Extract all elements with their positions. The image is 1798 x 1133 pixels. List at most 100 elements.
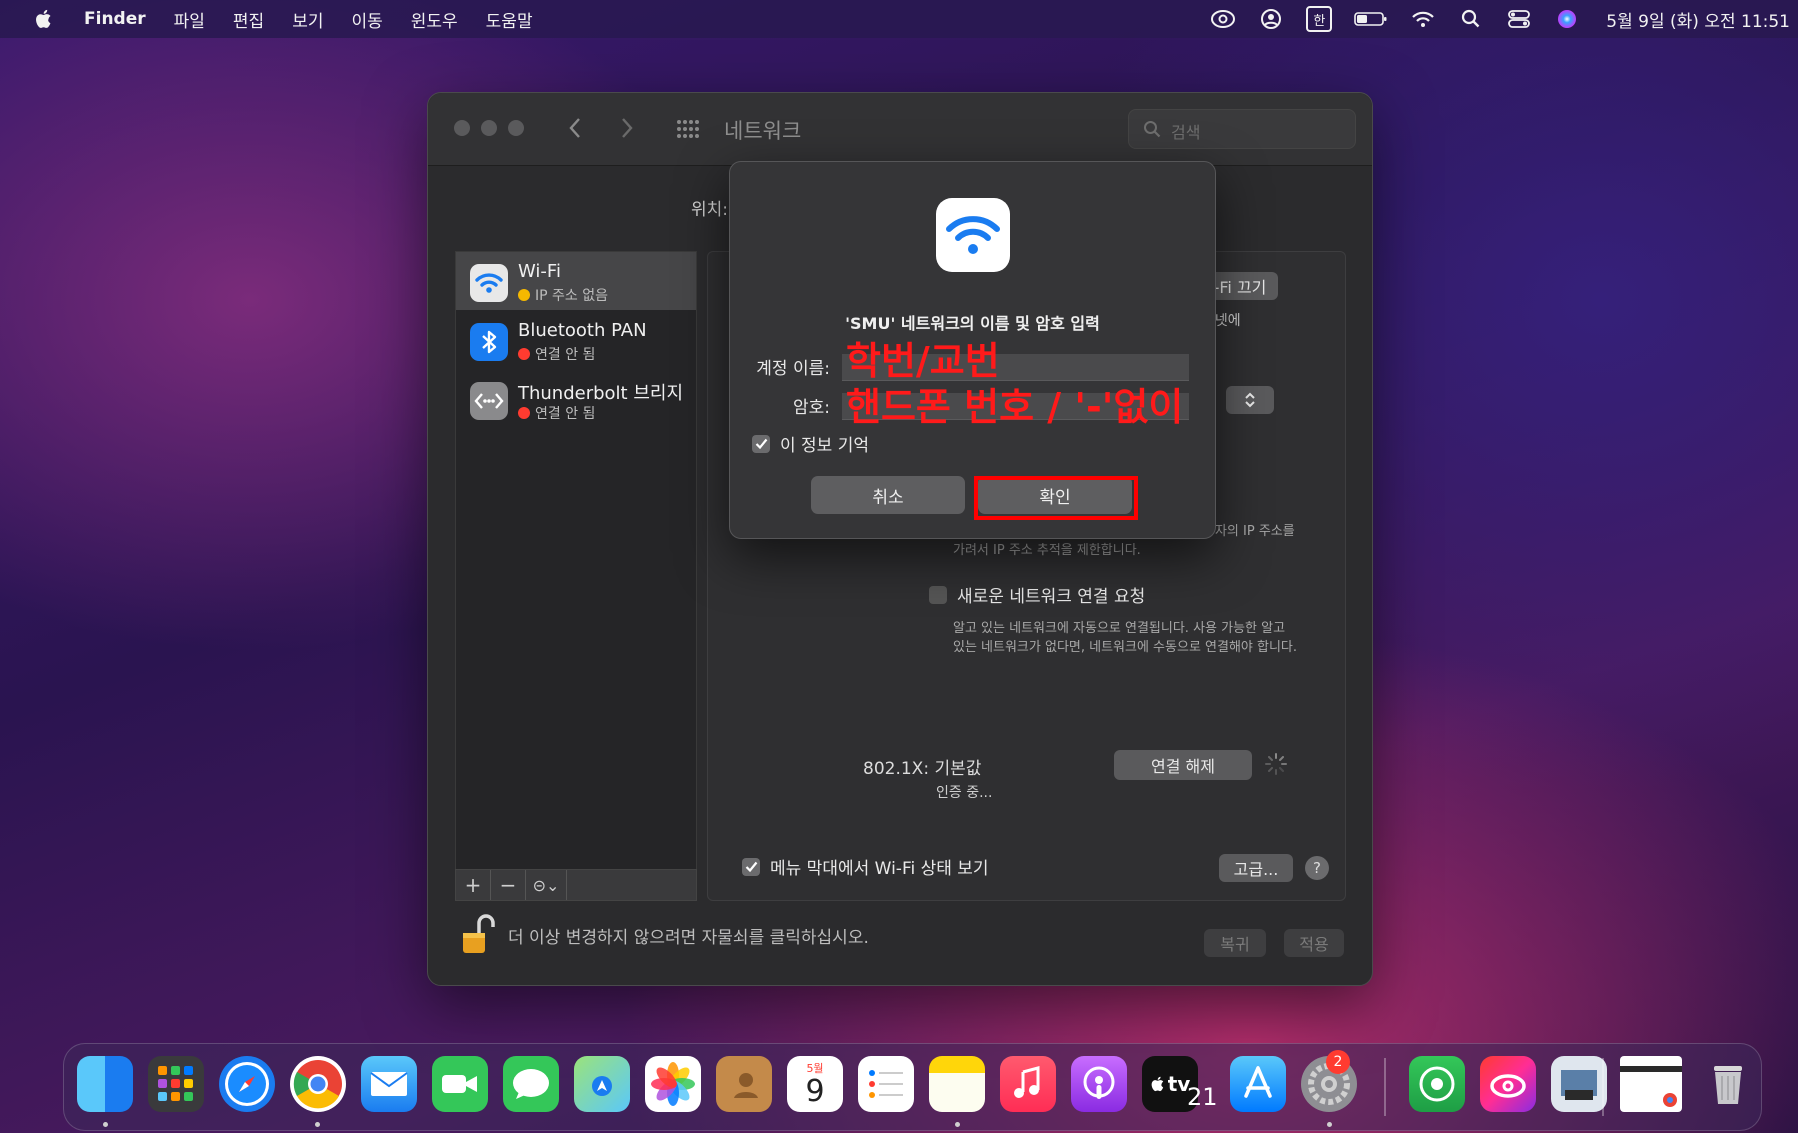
mail-icon[interactable] [361, 1056, 417, 1112]
show-all-grid-icon[interactable] [676, 118, 700, 140]
page-number: 21 [1187, 1083, 1218, 1111]
apple-icon[interactable] [34, 8, 54, 30]
status-dot [518, 348, 530, 360]
notification-badge: 2 [1326, 1050, 1350, 1074]
finder-icon[interactable] [77, 1056, 133, 1112]
unlocked-padlock-icon[interactable] [461, 913, 497, 957]
find-my-icon[interactable] [1409, 1056, 1465, 1112]
dock-separator [1384, 1058, 1386, 1116]
notes-icon[interactable] [929, 1056, 985, 1112]
control-center-icon[interactable] [1506, 8, 1532, 30]
cancel-button[interactable]: 취소 [811, 476, 965, 514]
music-icon[interactable] [1000, 1056, 1056, 1112]
show-wifi-status-checkbox[interactable] [742, 857, 760, 876]
contacts-icon[interactable] [716, 1056, 772, 1112]
dock: 5월 9 tv 2 [63, 1043, 1762, 1131]
maps-icon[interactable] [574, 1056, 630, 1112]
progress-spinner-icon [1265, 753, 1287, 775]
running-indicator [315, 1122, 320, 1127]
network-name-popup[interactable] [1226, 386, 1274, 414]
service-status-text: 연결 안 됨 [535, 347, 596, 363]
disconnect-button[interactable]: 연결 해제 [1114, 750, 1252, 780]
spotlight-search-icon[interactable] [1458, 8, 1484, 30]
service-item-bluetooth-pan[interactable]: Bluetooth PAN 연결 안 됨 [456, 311, 696, 369]
thunderbolt-bridge-icon [470, 382, 508, 420]
facetime-icon[interactable] [432, 1056, 488, 1112]
menu-clock[interactable]: 5월 9일 (화) 오전 11:51 [1606, 7, 1790, 32]
menu-file[interactable]: 파일 [174, 7, 205, 32]
service-status: 연결 안 됨 [518, 403, 595, 423]
service-status: IP 주소 없음 [518, 285, 608, 305]
service-actions-menu[interactable]: ⊝⌄ [526, 870, 567, 900]
authentication-status: 인증 중... [936, 785, 993, 801]
messages-icon[interactable] [503, 1056, 559, 1112]
menu-window[interactable]: 윈도우 [411, 7, 458, 32]
apply-button[interactable]: 적용 [1284, 929, 1344, 957]
menu-app-name[interactable]: Finder [84, 9, 146, 29]
window-title: 네트워크 [724, 119, 802, 143]
running-indicator [103, 1122, 108, 1127]
service-item-thunderbolt-bridge[interactable]: Thunderbolt 브리지 연결 안 됨 [456, 370, 696, 428]
service-status: 연결 안 됨 [518, 344, 595, 364]
trash-icon[interactable] [1700, 1056, 1756, 1112]
search-input[interactable]: 검색 [1128, 109, 1356, 149]
forward-arrow-icon[interactable] [620, 117, 634, 139]
chevron-updown-icon [1245, 392, 1255, 408]
menu-view[interactable]: 보기 [292, 7, 323, 32]
lock-hint-text: 더 이상 변경하지 않으려면 자물쇠를 클릭하십시오. [508, 928, 869, 948]
service-status-text: IP 주소 없음 [535, 288, 608, 304]
service-item-wifi[interactable]: Wi-Fi IP 주소 없음 [456, 252, 696, 310]
ask-to-join-checkbox[interactable] [929, 585, 947, 604]
ask-to-join-label: 새로운 네트워크 연결 요청 [957, 587, 1146, 607]
advanced-button[interactable]: 고급... [1219, 854, 1293, 882]
show-wifi-status-label: 메뉴 막대에서 Wi-Fi 상태 보기 [770, 859, 989, 879]
menu-edit[interactable]: 편집 [233, 7, 264, 32]
remove-service-button[interactable]: − [491, 870, 526, 900]
safari-icon[interactable] [219, 1056, 275, 1112]
launchpad-icon[interactable] [148, 1056, 204, 1112]
calendar-icon[interactable]: 5월 9 [787, 1056, 843, 1112]
menu-bar: Finder 파일 편집 보기 이동 윈도우 도움말 한 5월 9일 (화) 오… [0, 0, 1798, 38]
battery-icon[interactable] [1354, 8, 1388, 30]
wifi-status-icon[interactable] [1410, 8, 1436, 30]
preview-icon[interactable] [1551, 1056, 1607, 1112]
creative-cloud-status-icon[interactable] [1210, 8, 1236, 30]
menu-help[interactable]: 도움말 [486, 7, 533, 32]
location-label: 위치: [691, 200, 729, 220]
recent-window-thumbnail[interactable] [1620, 1056, 1682, 1112]
add-service-button[interactable]: + [456, 870, 491, 900]
password-annotation: 핸드폰 번호 / '-'없이 [846, 385, 1184, 429]
input-source-icon[interactable]: 한 [1306, 6, 1333, 32]
limit-ip-desc-line2: 가려서 IP 주소 추적을 제한합니다. [953, 543, 1141, 558]
creative-cloud-icon[interactable] [1480, 1056, 1536, 1112]
remember-info-row[interactable]: 이 정보 기억 [752, 431, 869, 456]
menu-go[interactable]: 이동 [351, 7, 382, 32]
running-indicator [1327, 1122, 1332, 1127]
account-name-annotation: 학번/교번 [846, 339, 1000, 383]
zoom-window-button[interactable] [508, 120, 524, 136]
back-arrow-icon[interactable] [568, 117, 582, 139]
remember-info-checkbox[interactable] [752, 434, 770, 453]
help-button[interactable]: ? [1305, 856, 1329, 880]
wifi-icon [470, 264, 508, 302]
close-window-button[interactable] [454, 120, 470, 136]
show-wifi-status-row[interactable]: 메뉴 막대에서 Wi-Fi 상태 보기 [742, 854, 989, 879]
podcasts-icon[interactable] [1071, 1056, 1127, 1112]
search-icon [1144, 121, 1161, 138]
revert-button[interactable]: 복귀 [1204, 929, 1266, 957]
dock-separator [1602, 1058, 1604, 1116]
dialog-title: 'SMU' 네트워크의 이름 및 암호 입력 [845, 314, 1100, 333]
service-list-toolbar: + − ⊝⌄ [455, 869, 697, 901]
app-store-icon[interactable] [1230, 1056, 1286, 1112]
photos-icon[interactable] [645, 1056, 701, 1112]
ask-to-join-row[interactable]: 새로운 네트워크 연결 요청 [929, 582, 1145, 607]
password-label: 암호: [792, 398, 830, 418]
8021x-label: 802.1X: 기본값 [863, 759, 982, 779]
user-account-icon[interactable] [1258, 8, 1284, 30]
reminders-icon[interactable] [858, 1056, 914, 1112]
siri-icon[interactable] [1554, 8, 1580, 30]
service-status-text: 연결 안 됨 [535, 406, 596, 422]
minimize-window-button[interactable] [481, 120, 497, 136]
chrome-icon[interactable] [290, 1056, 346, 1112]
wifi-authentication-dialog: 'SMU' 네트워크의 이름 및 암호 입력 계정 이름: 학번/교번 암호: … [729, 161, 1216, 539]
